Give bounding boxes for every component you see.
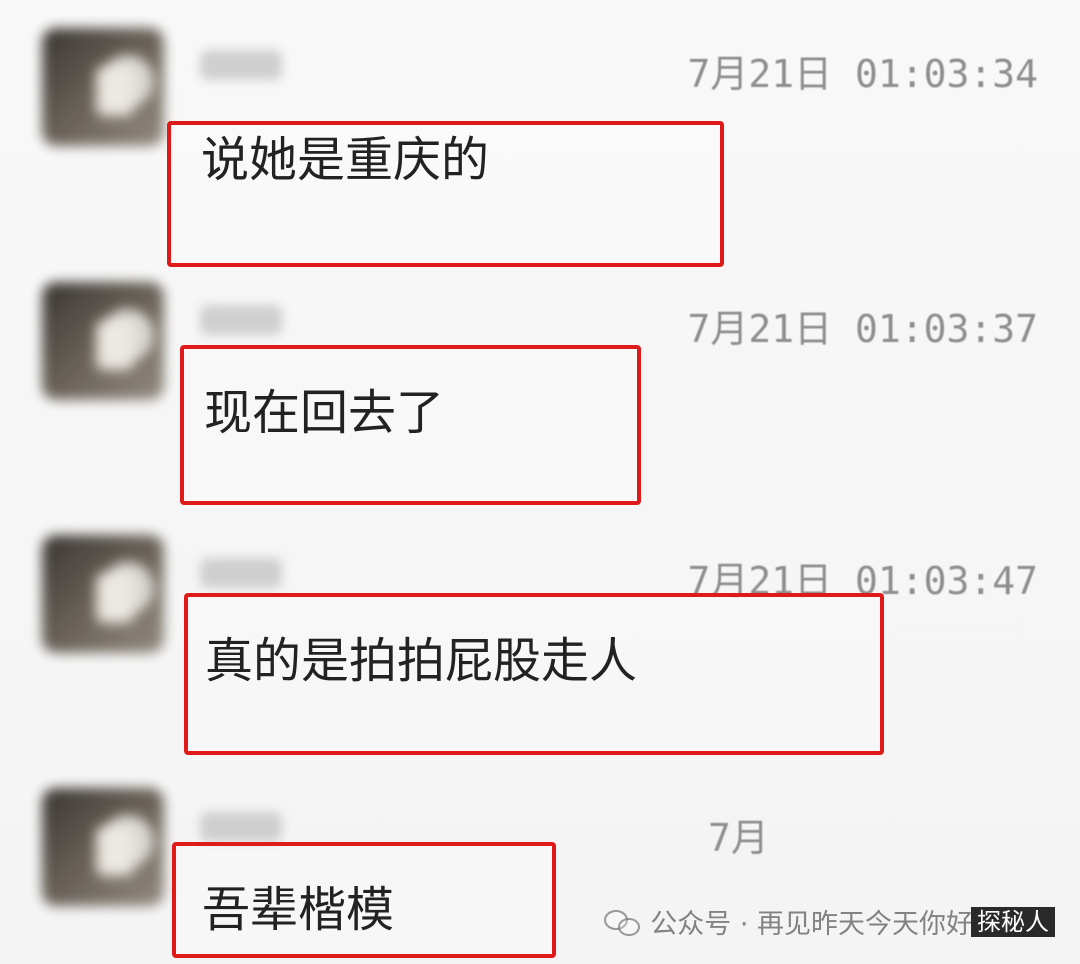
- message-text: 现在回去了: [204, 385, 445, 441]
- message-highlight-box: 吾辈楷模: [172, 842, 556, 958]
- watermark-dark-label: 探秘人: [971, 906, 1055, 937]
- avatar: [42, 282, 164, 400]
- message-text: 真的是拍拍屁股走人: [205, 633, 638, 689]
- message-text: 说她是重庆的: [201, 132, 490, 188]
- avatar: [42, 535, 164, 653]
- message-highlight-box: 说她是重庆的: [167, 121, 724, 267]
- blurred-username: [200, 50, 282, 80]
- avatar: [42, 28, 164, 146]
- blurred-username: [200, 812, 282, 842]
- avatar: [42, 788, 164, 906]
- chat-screenshot: 7月21日 01:03:34 说她是重庆的 7月21日 01:03:37 现在回…: [0, 0, 1080, 964]
- wechat-watermark: 公众号 · 再见昨天今天你好 探秘人: [604, 902, 1055, 941]
- message-timestamp: 7月21日 01:03:34: [687, 52, 1038, 96]
- watermark-label: 公众号 · 再见昨天今天你好: [650, 909, 973, 940]
- message-timestamp: 7月21日 01:03:37: [687, 307, 1038, 351]
- wechat-icon: [604, 907, 642, 937]
- blurred-username: [200, 305, 282, 335]
- message-highlight-box: 真的是拍拍屁股走人: [184, 593, 884, 755]
- message-highlight-box: 现在回去了: [180, 345, 641, 505]
- message-text: 吾辈楷模: [202, 882, 395, 938]
- message-timestamp: 7月: [708, 816, 769, 860]
- blurred-username: [200, 558, 282, 588]
